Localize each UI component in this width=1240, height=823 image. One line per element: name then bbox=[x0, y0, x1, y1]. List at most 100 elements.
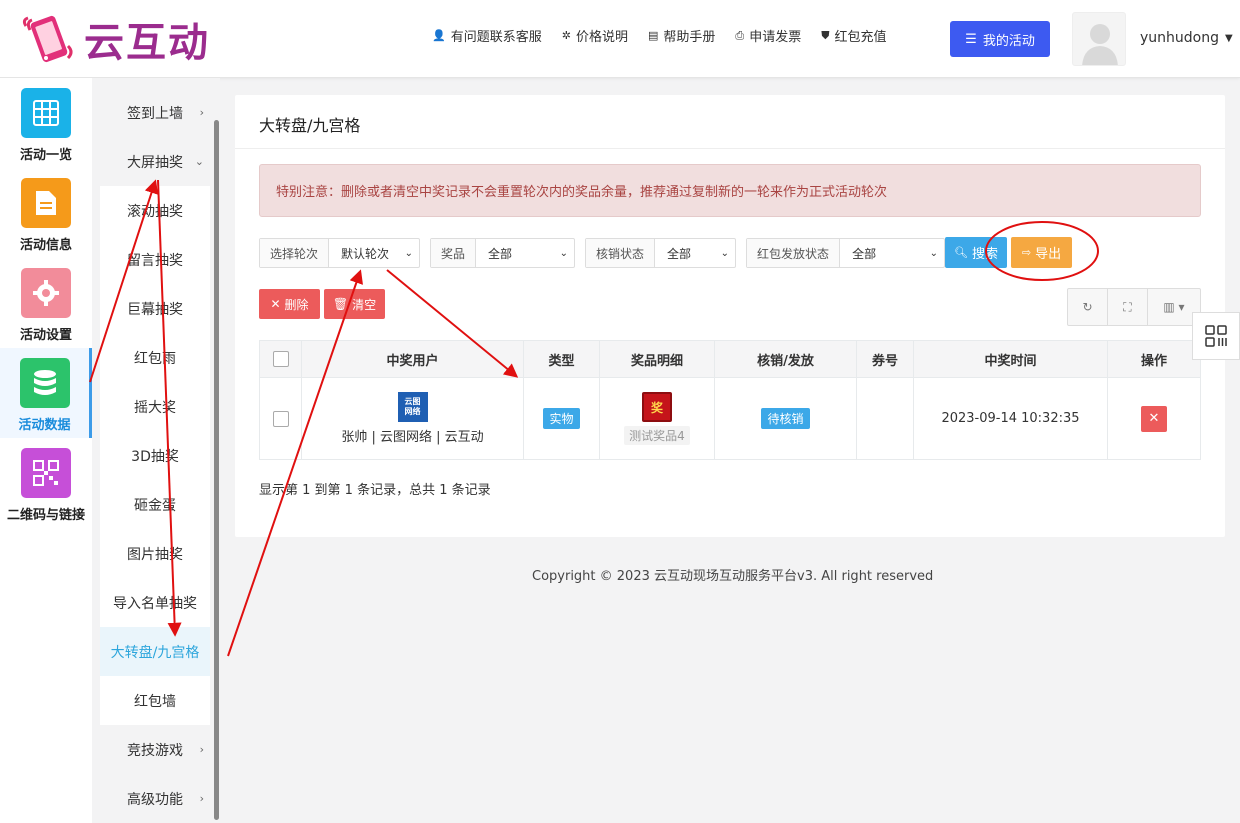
user-logo-line: 网络 bbox=[404, 407, 421, 416]
pricing-link[interactable]: ✲ 价格说明 bbox=[562, 26, 628, 45]
round-select[interactable]: 默认轮次 ⌄ bbox=[329, 239, 419, 267]
verify-status-select[interactable]: 全部 ⌄ bbox=[655, 239, 735, 267]
avatar[interactable] bbox=[1072, 12, 1126, 66]
delete-button[interactable]: ✕ 删除 bbox=[259, 289, 320, 319]
export-icon: ⇨ bbox=[1021, 246, 1032, 259]
logo-text: 云互动 bbox=[84, 20, 210, 66]
logo[interactable]: 云互动 bbox=[20, 10, 210, 68]
col-type[interactable]: 类型 bbox=[523, 340, 600, 378]
col-winner[interactable]: 中奖用户 bbox=[301, 340, 524, 378]
row-select-cell bbox=[259, 377, 302, 460]
sidebar-item-label: 活动数据 bbox=[18, 418, 71, 433]
col-coupon[interactable]: 券号 bbox=[856, 340, 914, 378]
sidebar-item-activity-info[interactable]: 活动信息 bbox=[0, 168, 92, 258]
clear-button-label: 清空 bbox=[352, 297, 377, 312]
sub-item-red-packet-wall[interactable]: 红包墙 bbox=[100, 676, 210, 725]
chevron-down-icon: ⌄ bbox=[720, 247, 730, 259]
sub-item-label: 高级功能 bbox=[127, 791, 183, 808]
red-packet-status-select[interactable]: 全部 ⌄ bbox=[840, 239, 944, 267]
top-nav: 👤 有问题联系客服 ✲ 价格说明 ▤ 帮助手册 ⎙ 申请发票 ⛊ 红包充值 bbox=[432, 26, 886, 46]
help-manual-label: 帮助手册 bbox=[663, 30, 716, 45]
sub-item-golden-egg[interactable]: 砸金蛋 bbox=[100, 480, 210, 529]
verify-cell: 待核销 bbox=[714, 377, 857, 460]
sidebar-item-activity-list[interactable]: 活动一览 bbox=[0, 78, 92, 168]
row-delete-button[interactable]: ✕ bbox=[1141, 405, 1167, 432]
search-button[interactable]: 🔍︎ 搜索 bbox=[945, 237, 1007, 268]
row-checkbox[interactable] bbox=[272, 410, 289, 427]
sub-item-label: 滚动抽奖 bbox=[127, 203, 183, 220]
sub-item-label: 签到上墙 bbox=[127, 105, 183, 122]
prize-select[interactable]: 全部 ⌄ bbox=[476, 239, 574, 267]
select-value: 默认轮次 bbox=[341, 246, 390, 261]
phone-logo-icon bbox=[22, 15, 73, 63]
invoice-link[interactable]: ⎙ 申请发票 bbox=[735, 26, 802, 46]
winner-name: 张帅 | 云图网络 | 云互动 bbox=[341, 430, 484, 445]
page-title: 大转盘/九宫格 bbox=[259, 116, 361, 135]
trash-icon: 🗑︎ bbox=[332, 297, 349, 311]
filter-label: 核销状态 bbox=[586, 239, 656, 267]
user-menu[interactable]: yunhudong ▼ bbox=[1140, 30, 1233, 46]
sub-item-advanced-features[interactable]: 高级功能 › bbox=[100, 774, 210, 823]
sub-item-label: 导入名单抽奖 bbox=[113, 595, 197, 612]
sub-item-competitive-games[interactable]: 竞技游戏 › bbox=[100, 725, 210, 774]
sub-item-sign-wall[interactable]: 签到上墙 › bbox=[100, 88, 210, 137]
sub-item-3d-lottery[interactable]: 3D抽奖 bbox=[100, 431, 210, 480]
sub-item-scroll-lottery[interactable]: 滚动抽奖 bbox=[100, 186, 210, 235]
sub-item-message-lottery[interactable]: 留言抽奖 bbox=[100, 235, 210, 284]
pricing-label: 价格说明 bbox=[575, 30, 628, 45]
col-verify[interactable]: 核销/发放 bbox=[714, 340, 857, 378]
delete-button-label: 删除 bbox=[284, 297, 309, 312]
sidebar-item-label: 活动信息 bbox=[19, 238, 72, 253]
table-row: 云图 网络 张帅 | 云图网络 | 云互动 实物 奖 测试奖品4 待核销 202… bbox=[259, 377, 1201, 460]
sub-item-label: 留言抽奖 bbox=[127, 252, 183, 269]
main-card: 大转盘/九宫格 特别注意：删除或者清空中奖记录不会重置轮次内的奖品余量，推荐通过… bbox=[235, 95, 1225, 537]
sub-sidebar: 签到上墙 › 大屏抽奖 ⌄ 滚动抽奖 留言抽奖 巨幕抽奖 红包雨 摇大奖 3D抽… bbox=[92, 78, 220, 823]
prize-filter: 奖品 全部 ⌄ bbox=[430, 238, 576, 268]
sub-item-screen-lottery[interactable]: 大屏抽奖 ⌄ bbox=[100, 137, 210, 186]
my-activity-label: 我的活动 bbox=[982, 33, 1035, 49]
divider bbox=[235, 148, 1225, 149]
username: yunhudong bbox=[1140, 30, 1219, 46]
prize-image: 奖 bbox=[642, 392, 672, 422]
sub-item-label: 大转盘/九宫格 bbox=[110, 644, 200, 661]
sidebar-item-qrcode-links[interactable]: 二维码与链接 bbox=[0, 438, 92, 528]
clear-button[interactable]: 🗑︎ 清空 bbox=[324, 289, 385, 319]
chevron-down-icon: ⌄ bbox=[929, 247, 939, 259]
sub-item-red-packet-rain[interactable]: 红包雨 bbox=[100, 333, 210, 382]
sidebar-item-label: 活动设置 bbox=[19, 328, 72, 343]
search-button-label: 搜索 bbox=[971, 247, 998, 262]
col-win-time[interactable]: 中奖时间 bbox=[913, 340, 1108, 378]
sub-item-import-list-lottery[interactable]: 导入名单抽奖 bbox=[100, 578, 210, 627]
top-header: 云互动 👤 有问题联系客服 ✲ 价格说明 ▤ 帮助手册 ⎙ 申请发票 ⛊ 红包充… bbox=[0, 0, 1240, 78]
sub-item-shake-prize[interactable]: 摇大奖 bbox=[100, 382, 210, 431]
refresh-icon[interactable]: ↻ bbox=[1068, 289, 1108, 325]
chevron-down-icon: ⌄ bbox=[404, 247, 414, 259]
recharge-link[interactable]: ⛊ 红包充值 bbox=[821, 26, 886, 46]
sub-item-wheel-grid[interactable]: 大转盘/九宫格 bbox=[100, 627, 210, 676]
prize-name: 测试奖品4 bbox=[624, 426, 690, 445]
qr-code-icon bbox=[21, 448, 71, 498]
fullscreen-icon[interactable]: ⛶ bbox=[1108, 289, 1148, 325]
sidebar-item-label: 活动一览 bbox=[19, 148, 72, 163]
select-all-checkbox[interactable] bbox=[272, 351, 289, 367]
invoice-label: 申请发票 bbox=[749, 30, 802, 45]
list-icon: ☰ bbox=[965, 31, 977, 47]
sub-item-giant-screen-lottery[interactable]: 巨幕抽奖 bbox=[100, 284, 210, 333]
help-manual-link[interactable]: ▤ 帮助手册 bbox=[648, 26, 715, 45]
coupon-cell bbox=[856, 377, 914, 460]
contact-support-label: 有问题联系客服 bbox=[450, 30, 542, 45]
my-activity-button[interactable]: ☰ 我的活动 bbox=[950, 21, 1050, 57]
prize-cell: 奖 测试奖品4 bbox=[599, 377, 715, 460]
floating-qr-button[interactable] bbox=[1192, 312, 1240, 360]
sidebar-item-activity-settings[interactable]: 活动设置 bbox=[0, 258, 92, 348]
sidebar-scrollbar[interactable] bbox=[214, 120, 219, 820]
export-button[interactable]: ⇨ 导出 bbox=[1011, 237, 1072, 268]
col-prize[interactable]: 奖品明细 bbox=[599, 340, 715, 378]
main-sidebar: 活动一览 活动信息 活动设置 活动数据 二维码与链接 bbox=[0, 78, 92, 823]
pagination-info: 显示第 1 到第 1 条记录，总共 1 条记录 bbox=[259, 483, 491, 498]
sub-item-image-lottery[interactable]: 图片抽奖 bbox=[100, 529, 210, 578]
filter-label: 奖品 bbox=[431, 239, 477, 267]
contact-support-link[interactable]: 👤 有问题联系客服 bbox=[432, 26, 542, 45]
sidebar-item-activity-data[interactable]: 活动数据 bbox=[0, 348, 92, 438]
qr-code-icon bbox=[1205, 325, 1227, 347]
